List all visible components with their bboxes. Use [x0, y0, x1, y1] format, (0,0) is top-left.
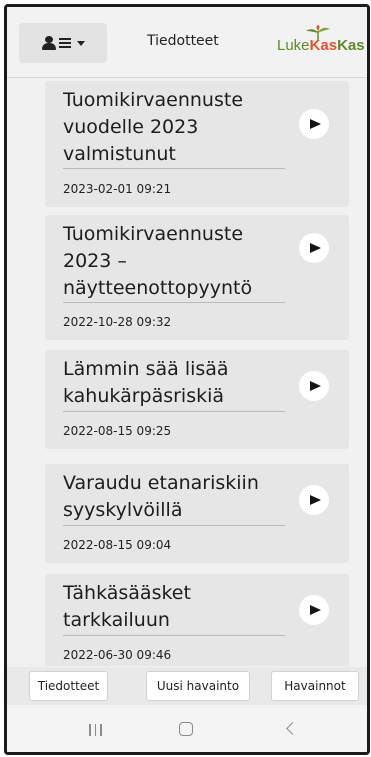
announcement-title: Tuomikirvaennuste 2023 – näytteenottopyy…: [63, 223, 253, 299]
announcement-date: 2022-08-15 09:25: [63, 424, 172, 438]
announcement-card[interactable]: Varaudu etanariskiin syyskylvöillä 2022-…: [45, 464, 349, 563]
announcement-title: Tähkäsääsket tarkkailuun: [63, 582, 191, 631]
announcement-date: 2022-08-15 09:04: [63, 538, 172, 552]
announcement-date: 2023-02-01 09:21: [63, 182, 172, 196]
arrow-right-icon: [309, 605, 321, 615]
title-divider: [63, 411, 285, 412]
title-divider: [63, 525, 285, 526]
open-announcement-button[interactable]: [299, 109, 329, 139]
arrow-right-icon: [309, 243, 321, 253]
title-divider: [63, 302, 285, 303]
announcement-title: Tuomikirvaennuste vuodelle 2023 valmistu…: [63, 89, 244, 165]
arrow-right-icon: [309, 495, 321, 505]
announcement-title: Lämmin sää lisää kahukärpäsriskiä: [63, 358, 229, 407]
lukekaskas-logo: LukeKasKas: [277, 25, 365, 65]
announcement-date: 2022-10-28 09:32: [63, 315, 172, 329]
recent-apps-icon[interactable]: [89, 724, 102, 736]
announcement-list: Tuomikirvaennuste vuodelle 2023 valmistu…: [7, 78, 367, 666]
tab-tiedotteet[interactable]: Tiedotteet: [29, 671, 108, 701]
open-announcement-button[interactable]: [299, 233, 329, 263]
open-announcement-button[interactable]: [299, 485, 329, 515]
bottom-tab-bar: Tiedotteet Uusi havainto Havainnot: [7, 667, 367, 705]
caret-down-icon: [76, 40, 85, 46]
arrow-right-icon: [309, 381, 321, 391]
page-title: Tiedotteet: [147, 33, 219, 49]
announcement-card[interactable]: Tuomikirvaennuste 2023 – näytteenottopyy…: [45, 215, 349, 340]
announcement-card[interactable]: Tähkäsääsket tarkkailuun 2022-06-30 09:4…: [45, 574, 349, 666]
arrow-right-icon: [309, 119, 321, 129]
home-icon[interactable]: [179, 722, 193, 736]
logo-text-kas-green: Kas: [337, 37, 365, 54]
open-announcement-button[interactable]: [299, 371, 329, 401]
user-menu-button[interactable]: [19, 23, 107, 63]
announcement-date: 2022-06-30 09:46: [63, 648, 172, 662]
list-icon: [58, 38, 71, 48]
logo-text-kas-orange: Kas: [309, 37, 338, 54]
announcement-title: Varaudu etanariskiin syyskylvöillä: [63, 472, 259, 521]
title-divider: [63, 635, 285, 636]
tab-havainnot[interactable]: Havainnot: [271, 671, 359, 701]
back-icon[interactable]: [286, 722, 299, 735]
phone-screen: Tiedotteet LukeKasKas Tuomikirvaennuste …: [4, 4, 370, 755]
title-divider: [63, 168, 285, 169]
user-icon: [41, 36, 56, 50]
announcement-card[interactable]: Lämmin sää lisää kahukärpäsriskiä 2022-0…: [45, 350, 349, 449]
logo-text-luke: Luke: [277, 37, 310, 54]
app-header: Tiedotteet LukeKasKas: [7, 7, 367, 78]
system-navigation-bar: [7, 705, 367, 752]
announcement-card[interactable]: Tuomikirvaennuste vuodelle 2023 valmistu…: [45, 81, 349, 207]
tab-uusi-havainto[interactable]: Uusi havainto: [146, 671, 250, 701]
open-announcement-button[interactable]: [299, 595, 329, 625]
